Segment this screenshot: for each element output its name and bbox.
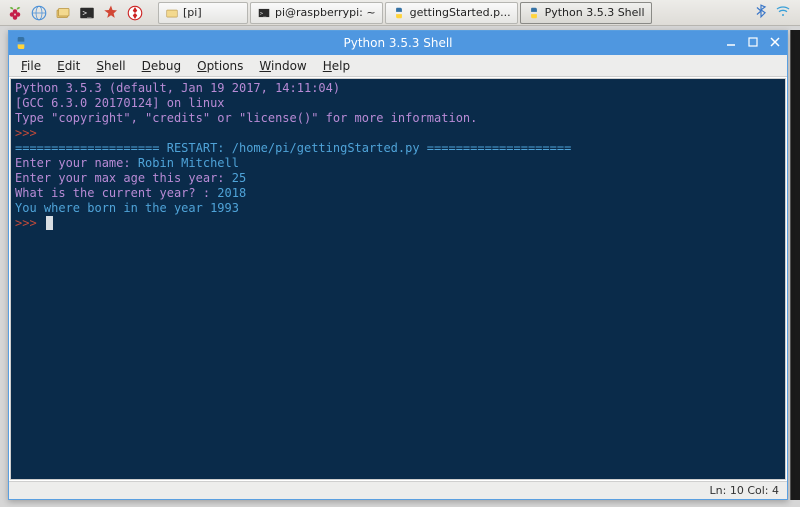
task-label: [pi] — [183, 6, 202, 19]
prompt-text: Enter your max age this year: — [15, 171, 232, 185]
task-label: gettingStarted.p... — [410, 6, 511, 19]
task-editor[interactable]: gettingStarted.p... — [385, 2, 518, 24]
banner-line: Type "copyright", "credits" or "license(… — [15, 111, 477, 125]
menu-window[interactable]: Window — [253, 57, 312, 75]
wolfram-icon[interactable] — [124, 2, 146, 24]
os-taskbar: >_ [pi] >_ pi@raspberrypi: ~ gettingStar… — [0, 0, 800, 26]
text-cursor — [46, 216, 53, 230]
raspberry-icon[interactable] — [4, 2, 26, 24]
files-icon[interactable] — [52, 2, 74, 24]
restart-line: ==================== RESTART: /home/pi/g… — [15, 141, 571, 155]
input-echo: 25 — [232, 171, 246, 185]
minimize-button[interactable] — [723, 34, 739, 50]
shell-output: Python 3.5.3 (default, Jan 19 2017, 14:1… — [11, 79, 785, 233]
menu-debug[interactable]: Debug — [136, 57, 187, 75]
task-pi-folder[interactable]: [pi] — [158, 2, 248, 24]
prompt: >>> — [15, 216, 44, 230]
svg-text:>_: >_ — [260, 10, 267, 16]
terminal-icon: >_ — [257, 6, 271, 20]
window-title: Python 3.5.3 Shell — [343, 36, 452, 50]
idle-window: Python 3.5.3 Shell File Edit Shell Debug… — [8, 30, 788, 500]
statusbar: Ln: 10 Col: 4 — [9, 481, 787, 499]
task-label: Python 3.5.3 Shell — [545, 6, 645, 19]
folder-icon — [165, 6, 179, 20]
prompt-text: What is the current year? : — [15, 186, 217, 200]
task-shell[interactable]: Python 3.5.3 Shell — [520, 2, 652, 24]
menu-edit[interactable]: Edit — [51, 57, 86, 75]
banner-line: [GCC 6.3.0 20170124] on linux — [15, 96, 225, 110]
input-echo: Robin Mitchell — [138, 156, 239, 170]
globe-icon[interactable] — [28, 2, 50, 24]
task-terminal[interactable]: >_ pi@raspberrypi: ~ — [250, 2, 383, 24]
banner-line: Python 3.5.3 (default, Jan 19 2017, 14:1… — [15, 81, 347, 95]
maximize-button[interactable] — [745, 34, 761, 50]
star-icon[interactable] — [100, 2, 122, 24]
menu-help[interactable]: Help — [317, 57, 356, 75]
prompt: >>> — [15, 126, 44, 140]
python-icon — [527, 6, 541, 20]
menu-shell[interactable]: Shell — [90, 57, 131, 75]
svg-text:>_: >_ — [83, 8, 93, 17]
system-tray — [754, 3, 796, 22]
titlebar[interactable]: Python 3.5.3 Shell — [9, 31, 787, 55]
menu-file[interactable]: File — [15, 57, 47, 75]
menu-options[interactable]: Options — [191, 57, 249, 75]
python-icon — [392, 6, 406, 20]
shell-area[interactable]: Python 3.5.3 (default, Jan 19 2017, 14:1… — [10, 78, 786, 480]
input-echo: 2018 — [217, 186, 246, 200]
cursor-position: Ln: 10 Col: 4 — [710, 484, 779, 497]
bluetooth-icon[interactable] — [754, 3, 768, 22]
wifi-icon[interactable] — [774, 3, 792, 22]
python-icon — [13, 35, 29, 51]
close-button[interactable] — [767, 34, 783, 50]
prompt-text: Enter your name: — [15, 156, 138, 170]
terminal-icon[interactable]: >_ — [76, 2, 98, 24]
task-label: pi@raspberrypi: ~ — [275, 6, 376, 19]
menubar: File Edit Shell Debug Options Window Hel… — [9, 55, 787, 77]
background-window-peek — [790, 30, 800, 500]
output-line: You where born in the year 1993 — [15, 201, 239, 215]
